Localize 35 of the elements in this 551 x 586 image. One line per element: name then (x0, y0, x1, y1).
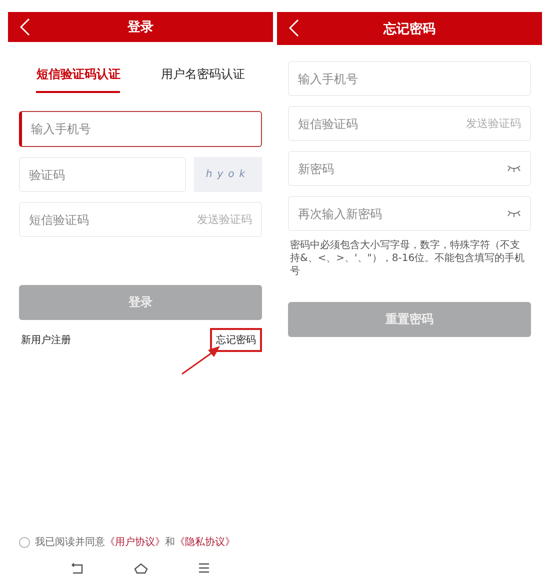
privacy-agreement-link[interactable]: 《隐私协议》 (175, 537, 235, 548)
screen-title: 登录 (128, 19, 154, 36)
send-code-button[interactable]: 发送验证码 (466, 116, 521, 131)
back-icon (71, 563, 84, 574)
send-code-button[interactable]: 发送验证码 (197, 212, 252, 227)
agreement-radio[interactable] (19, 536, 30, 548)
phone-field[interactable]: 输入手机号 (19, 111, 262, 147)
back-icon (289, 19, 299, 37)
back-icon (20, 18, 30, 36)
tab[interactable]: 用户名密码认证 (160, 66, 245, 93)
menu-icon (198, 563, 210, 573)
back-nav-button[interactable] (71, 563, 84, 574)
captcha-text: hyok (206, 169, 250, 180)
password-field[interactable]: 再次输入新密码 (288, 196, 531, 231)
tab[interactable]: 短信验证码认证 (36, 66, 120, 93)
password-input[interactable]: 新密码 (298, 162, 507, 176)
password-input[interactable]: 再次输入新密码 (298, 206, 507, 220)
register-link[interactable]: 新用户注册 (19, 328, 73, 352)
sms-code-input[interactable]: 短信验证码 (29, 212, 197, 226)
closed-eye-icon[interactable] (507, 210, 521, 217)
user-agreement-link[interactable]: 《用户协议》 (105, 537, 165, 548)
captcha-image[interactable]: hyok (194, 157, 262, 192)
sms-code-field[interactable]: 短信验证码 发送验证码 (19, 202, 262, 237)
sms-code-input[interactable]: 短信验证码 (298, 116, 466, 130)
home-icon (134, 563, 148, 574)
sms-code-field[interactable]: 短信验证码 发送验证码 (288, 106, 531, 141)
password-field[interactable]: 新密码 (288, 151, 531, 186)
screen-title: 忘记密码 (384, 20, 436, 38)
agreement-text: 我已阅读并同意《用户协议》和《隐私协议》 (35, 536, 235, 549)
menu-button[interactable] (198, 563, 210, 574)
closed-eye-icon[interactable] (507, 165, 521, 172)
annotation-arrow (180, 344, 222, 376)
password-rule-hint: 密码中必须包含大小写字母，数字，特殊字符（不支持&、<、>、'、"），8-16位。不能包含填写的手机号 (289, 239, 526, 278)
captcha-field[interactable]: 验证码 (19, 157, 186, 192)
home-button[interactable] (134, 563, 148, 574)
